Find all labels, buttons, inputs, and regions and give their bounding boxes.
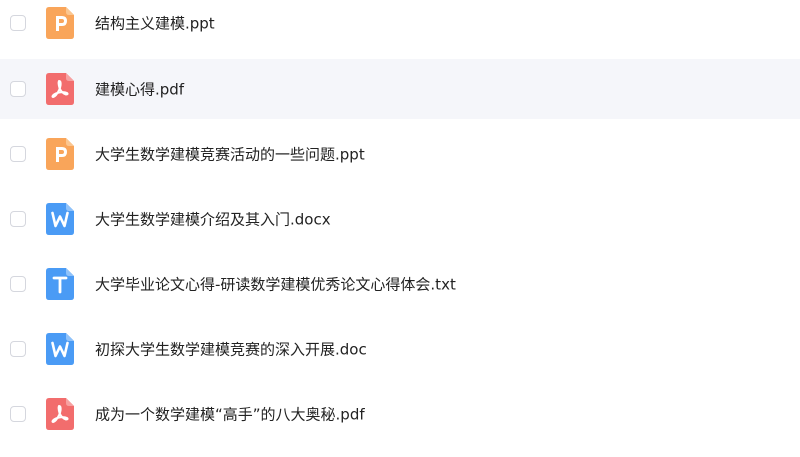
file-row[interactable]: 结构主义建模.ppt <box>0 0 800 53</box>
file-row[interactable]: 大学毕业论文心得-研读数学建模优秀论文心得体会.txt <box>0 254 800 314</box>
file-name[interactable]: 初探大学生数学建模竞赛的深入开展.doc <box>95 339 367 360</box>
select-checkbox[interactable] <box>10 146 26 162</box>
txt-file-icon <box>46 268 74 300</box>
word-file-icon <box>46 203 74 235</box>
select-checkbox[interactable] <box>10 15 26 31</box>
file-row[interactable]: 大学生数学建模竞赛活动的一些问题.ppt <box>0 124 800 184</box>
pdf-file-icon <box>46 398 74 430</box>
select-checkbox[interactable] <box>10 211 26 227</box>
file-row[interactable]: 建模心得.pdf <box>0 59 800 119</box>
select-checkbox[interactable] <box>10 276 26 292</box>
file-name[interactable]: 成为一个数学建模“高手”的八大奥秘.pdf <box>95 404 365 425</box>
file-name[interactable]: 结构主义建模.ppt <box>95 13 215 34</box>
select-checkbox[interactable] <box>10 341 26 357</box>
file-list: 结构主义建模.ppt 建模心得.pdf 大学生数学建模竞赛活动的一些问题.ppt… <box>0 0 800 457</box>
file-name[interactable]: 大学毕业论文心得-研读数学建模优秀论文心得体会.txt <box>95 274 456 295</box>
select-checkbox[interactable] <box>10 81 26 97</box>
file-name[interactable]: 建模心得.pdf <box>95 79 184 100</box>
word-file-icon <box>46 333 74 365</box>
select-checkbox[interactable] <box>10 406 26 422</box>
ppt-file-icon <box>46 7 74 39</box>
file-name[interactable]: 大学生数学建模介绍及其入门.docx <box>95 209 331 230</box>
file-row[interactable]: 成为一个数学建模“高手”的八大奥秘.pdf <box>0 384 800 444</box>
file-row[interactable]: 大学生数学建模介绍及其入门.docx <box>0 189 800 249</box>
ppt-file-icon <box>46 138 74 170</box>
file-name[interactable]: 大学生数学建模竞赛活动的一些问题.ppt <box>95 144 365 165</box>
file-row[interactable]: 初探大学生数学建模竞赛的深入开展.doc <box>0 319 800 379</box>
pdf-file-icon <box>46 73 74 105</box>
